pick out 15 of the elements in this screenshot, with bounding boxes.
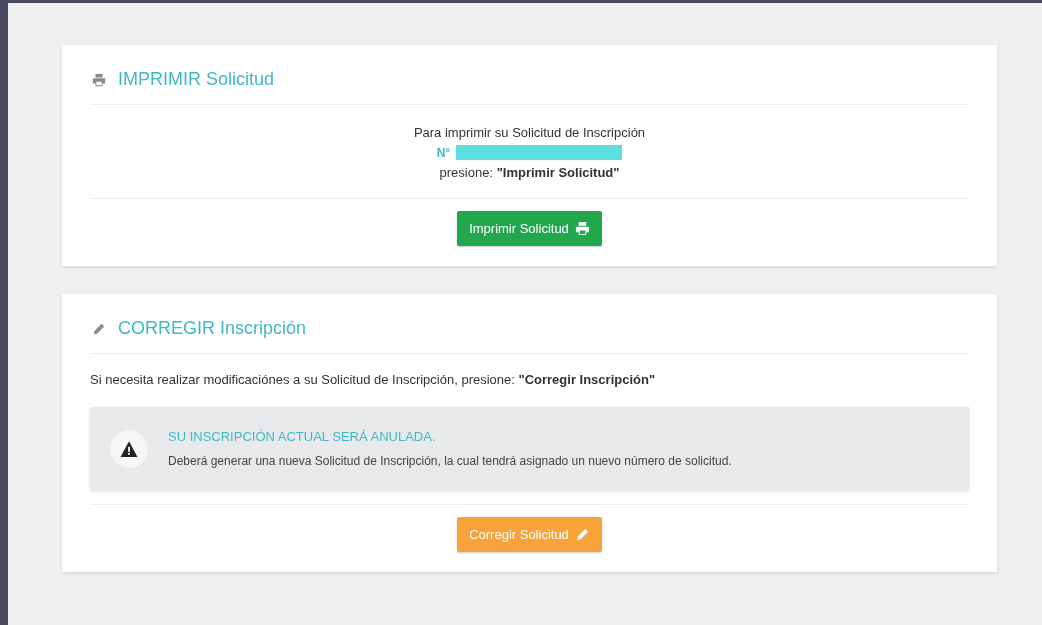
alert-title: SU INSCRIPCIÓN ACTUAL SERÁ ANULADA.: [168, 429, 437, 444]
section-title: IMPRIMIR Solicitud: [118, 69, 275, 90]
pencil-icon: [574, 527, 590, 542]
instruction-text: presione: "Imprimir Solicitud": [439, 165, 620, 180]
instruction-text: Si necesita realizar modificaciónes a su Solicitud de Inscripción, presione: "Corregir Inscripción": [90, 371, 657, 389]
print-button[interactable]: Imprimir Solicitud: [457, 211, 602, 246]
number-label: N°: [436, 145, 451, 160]
printer-icon: [92, 72, 106, 87]
pencil-icon: [92, 321, 106, 336]
correct-button[interactable]: Corregir Solicitud: [457, 517, 602, 552]
instruction-text: Para imprimir su Solicitud de Inscripción: [413, 125, 646, 140]
printer-icon: [574, 221, 590, 236]
alert-message: Deberá generar una nueva Solicitud de Inscripción, la cual tendrá asignado un nuevo número de solicitud.: [168, 454, 732, 468]
section-title: CORREGIR Inscripción: [118, 318, 307, 339]
warning-icon: [120, 439, 138, 458]
